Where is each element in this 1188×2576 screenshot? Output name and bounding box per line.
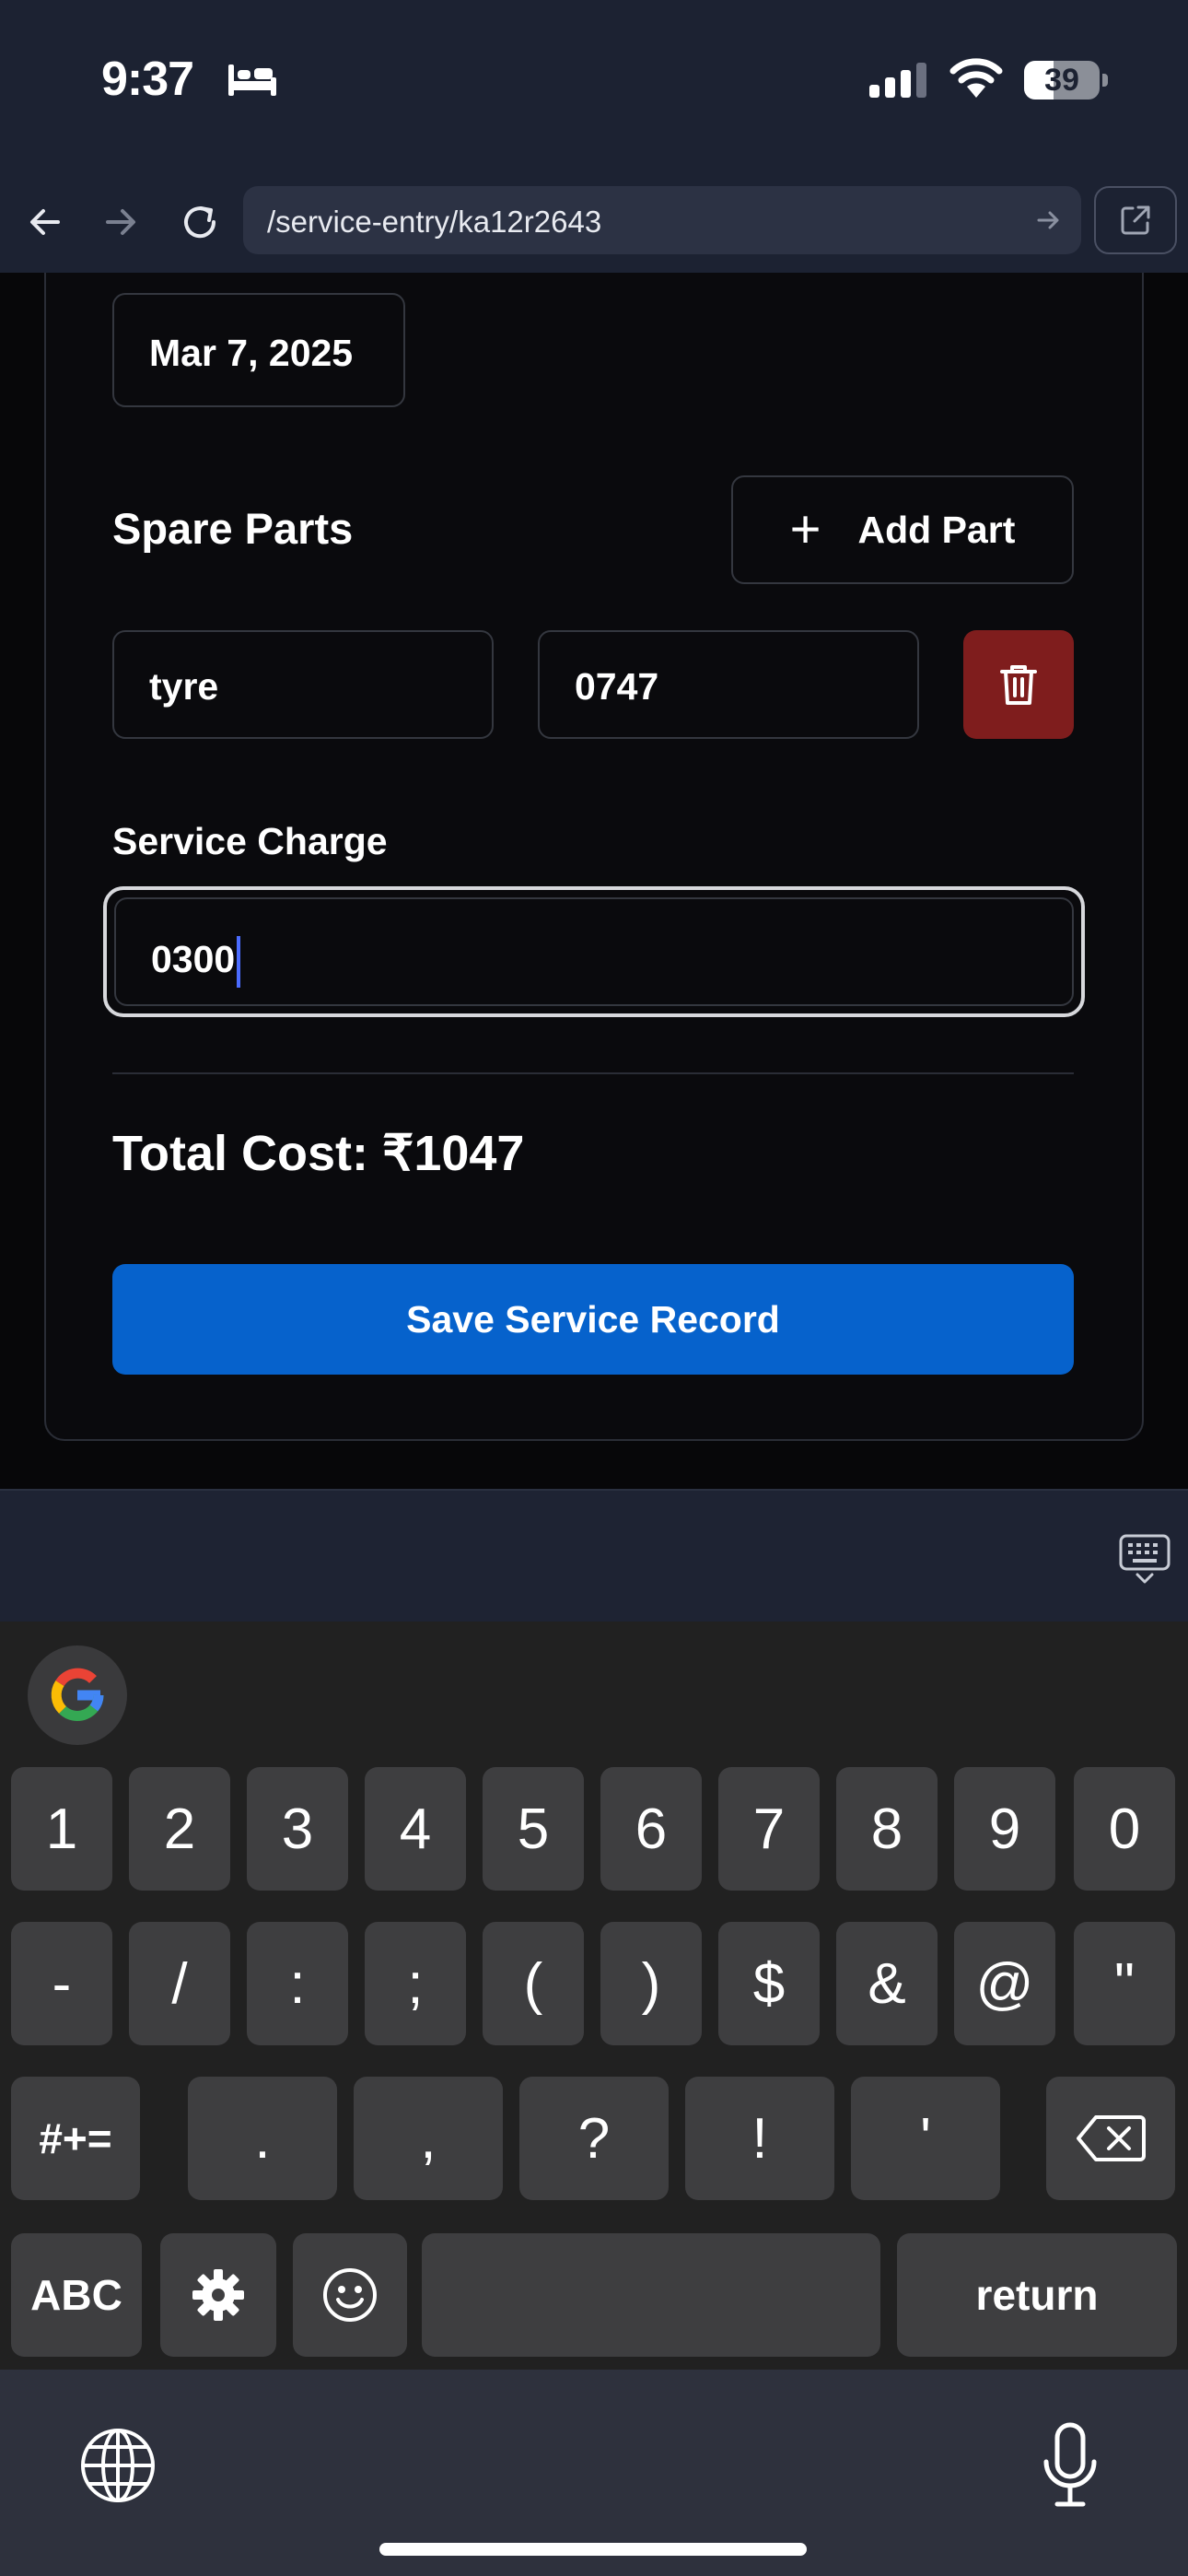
key-7[interactable]: 7	[718, 1767, 820, 1891]
text-caret	[237, 936, 240, 988]
key-colon[interactable]: :	[247, 1922, 348, 2045]
add-part-button[interactable]: + Add Part	[731, 475, 1074, 584]
page-content: Mar 7, 2025 Spare Parts + Add Part tyre …	[0, 273, 1188, 1489]
back-button[interactable]	[20, 197, 70, 247]
part-name-value: tyre	[149, 665, 219, 708]
trash-icon	[1000, 665, 1037, 705]
total-cost: Total Cost: ₹1047	[112, 1126, 525, 1181]
spare-parts-title: Spare Parts	[112, 504, 354, 553]
key-comma[interactable]: ,	[354, 2077, 503, 2200]
key-3[interactable]: 3	[247, 1767, 348, 1891]
part-cost-input[interactable]: 0747	[538, 630, 919, 739]
google-icon	[51, 1668, 104, 1721]
bed-icon	[228, 64, 276, 96]
key-exclamation[interactable]: !	[685, 2077, 834, 2200]
emoji-icon	[323, 2268, 377, 2322]
key-6[interactable]: 6	[600, 1767, 702, 1891]
service-date-value: Mar 7, 2025	[149, 332, 354, 374]
key-space[interactable]	[422, 2233, 880, 2357]
backspace-icon	[1077, 2115, 1146, 2161]
browser-toolbar: /service-entry/ka12r2643	[0, 175, 1188, 267]
reload-button[interactable]	[175, 197, 225, 247]
key-apostrophe[interactable]: '	[851, 2077, 1000, 2200]
key-symbols[interactable]: #+=	[11, 2077, 140, 2200]
key-return[interactable]: return	[897, 2233, 1177, 2357]
key-period[interactable]: .	[188, 2077, 337, 2200]
status-bar: 9:37 39	[0, 0, 1188, 161]
keyboard-bottom-bar	[0, 2370, 1188, 2576]
key-at[interactable]: @	[954, 1922, 1055, 2045]
key-close-paren[interactable]: )	[600, 1922, 702, 2045]
battery-icon: 39	[1024, 61, 1109, 100]
url-bar[interactable]: /service-entry/ka12r2643	[243, 186, 1081, 254]
open-external-button[interactable]	[1094, 186, 1177, 254]
battery-level: 39	[1044, 63, 1079, 98]
key-9[interactable]: 9	[954, 1767, 1055, 1891]
service-charge-input[interactable]: 0300	[103, 886, 1085, 1017]
key-abc[interactable]: ABC	[11, 2233, 142, 2357]
key-question[interactable]: ?	[519, 2077, 669, 2200]
keyboard-dismiss-icon[interactable]	[1118, 1533, 1171, 1585]
status-time: 9:37	[101, 53, 194, 106]
service-charge-value: 0300	[151, 938, 236, 980]
key-dollar[interactable]: $	[718, 1922, 820, 2045]
keyboard-accessory-bar	[0, 1489, 1188, 1622]
microphone-icon[interactable]	[1041, 2421, 1100, 2510]
key-open-paren[interactable]: (	[483, 1922, 584, 2045]
key-5[interactable]: 5	[483, 1767, 584, 1891]
top-chrome: 9:37 39 /service-entry/ka12r2643	[0, 0, 1188, 273]
key-2[interactable]: 2	[129, 1767, 230, 1891]
key-ampersand[interactable]: &	[836, 1922, 938, 2045]
plus-icon: +	[789, 499, 821, 559]
part-name-input[interactable]: tyre	[112, 630, 494, 739]
signal-icon	[869, 63, 926, 98]
reload-icon	[184, 206, 216, 239]
key-settings[interactable]	[160, 2233, 276, 2357]
key-0[interactable]: 0	[1074, 1767, 1175, 1891]
save-service-record-button[interactable]: Save Service Record	[112, 1264, 1074, 1375]
key-4[interactable]: 4	[365, 1767, 466, 1891]
key-backspace[interactable]	[1046, 2077, 1175, 2200]
key-semicolon[interactable]: ;	[365, 1922, 466, 2045]
key-slash[interactable]: /	[129, 1922, 230, 2045]
google-button[interactable]	[28, 1645, 127, 1745]
back-arrow-icon	[30, 209, 60, 235]
forward-arrow-icon	[106, 209, 135, 235]
settings-gear-icon	[192, 2269, 244, 2321]
service-charge-label: Service Charge	[112, 820, 388, 862]
key-8[interactable]: 8	[836, 1767, 938, 1891]
url-text: /service-entry/ka12r2643	[267, 205, 602, 239]
go-arrow-icon[interactable]	[1035, 206, 1063, 234]
key-emoji[interactable]	[293, 2233, 407, 2357]
key-hyphen[interactable]: -	[11, 1922, 112, 2045]
add-part-label: Add Part	[857, 508, 1016, 551]
key-1[interactable]: 1	[11, 1767, 112, 1891]
globe-icon[interactable]	[79, 2427, 157, 2504]
service-date-field[interactable]: Mar 7, 2025	[112, 293, 405, 407]
key-quote[interactable]: "	[1074, 1922, 1175, 2045]
on-screen-keyboard: 1 2 3 4 5 6 7 8 9 0 - / : ; ( ) $ & @ " …	[0, 1622, 1188, 2370]
home-indicator	[379, 2543, 807, 2556]
external-link-icon	[1121, 205, 1150, 235]
delete-part-button[interactable]	[963, 630, 1074, 739]
wifi-icon	[949, 58, 1003, 98]
divider	[112, 1072, 1074, 1074]
forward-button[interactable]	[96, 197, 146, 247]
part-cost-value: 0747	[575, 665, 659, 708]
